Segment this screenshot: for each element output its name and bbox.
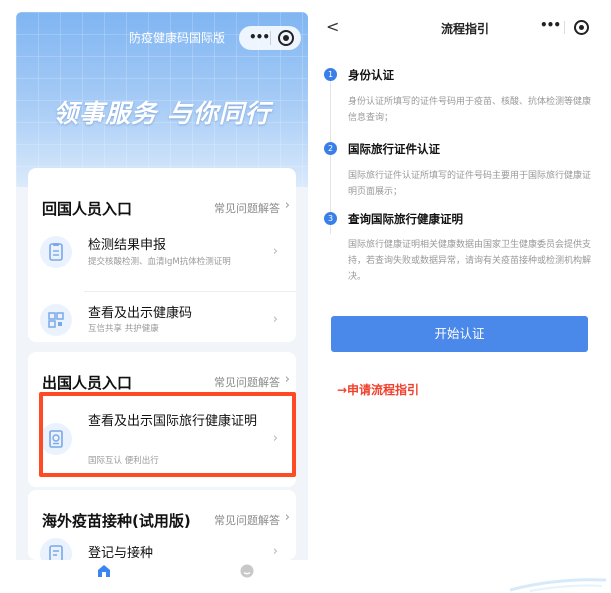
step-title: 国际旅行证件认证 xyxy=(348,142,440,156)
home-icon xyxy=(98,565,110,577)
qr-code-icon xyxy=(40,304,72,336)
more-menu-icon[interactable]: ••• xyxy=(540,18,561,32)
chevron-right-icon: › xyxy=(272,312,278,327)
tab-mine[interactable]: 我的 xyxy=(227,564,267,578)
chevron-right-icon: › xyxy=(284,198,290,213)
vaccine-entry-card: 海外疫苗接种(试用版) 常见问题解答 › 登记与接种 › xyxy=(28,490,296,570)
section-title: 海外疫苗接种(试用版) xyxy=(42,512,191,530)
chevron-right-icon: › xyxy=(272,244,278,259)
user-icon xyxy=(240,564,254,578)
home-screen: 防疫健康码国际版 ••• 领事服务 与你同行 回国人员入口 常见问题解答 › 检… xyxy=(16,12,308,578)
highlight-box xyxy=(39,392,296,477)
step-number-badge: 3 xyxy=(324,212,337,225)
screenshot-root: 防疫健康码国际版 ••• 领事服务 与你同行 回国人员入口 常见问题解答 › 检… xyxy=(0,0,611,593)
capsule-divider xyxy=(564,21,565,34)
close-target-icon[interactable] xyxy=(574,20,589,35)
step-number-badge: 1 xyxy=(324,68,337,81)
tab-bar: 首页 我的 xyxy=(16,560,308,578)
step-description: 国际旅行证件认证所填写的证件号码主要用于国际旅行健康证明页面展示； xyxy=(348,171,592,197)
step-title: 身份认证 xyxy=(348,68,394,82)
slogan: 领事服务 与你同行 xyxy=(53,99,271,128)
list-item-test-report[interactable]: 检测结果申报 提交核酸检测、血清IgM抗体检测证明 › xyxy=(40,236,286,284)
item-title: 检测结果申报 xyxy=(88,238,167,253)
faq-link[interactable]: 常见问题解答 xyxy=(214,200,280,216)
faq-link[interactable]: 常见问题解答 xyxy=(214,374,280,390)
chevron-right-icon: › xyxy=(284,372,290,387)
return-entry-card: 回国人员入口 常见问题解答 › 检测结果申报 提交核酸检测、血清IgM抗体检测证… xyxy=(28,168,296,342)
annotation-label: →申请流程指引 xyxy=(337,383,420,397)
more-menu-icon[interactable]: ••• xyxy=(249,30,270,44)
capsule-divider xyxy=(270,31,271,45)
step-description: 身份认证所填写的证件号码用于疫苗、核酸、抗体检测等健康信息查询； xyxy=(348,97,592,123)
item-divider xyxy=(84,291,296,292)
start-verification-button[interactable]: 开始认证 xyxy=(331,316,588,352)
hero-banner: 防疫健康码国际版 ••• 领事服务 与你同行 xyxy=(16,12,308,187)
list-item-health-code[interactable]: 查看及出示健康码 互信共享 共护健康 › xyxy=(40,304,286,340)
step-number-badge: 2 xyxy=(324,142,337,155)
section-title: 出国人员入口 xyxy=(42,374,133,392)
page-title: 流程指引 xyxy=(440,22,489,36)
item-title: 登记与接种 xyxy=(88,546,154,561)
decorative-swoosh xyxy=(510,578,606,592)
item-subtitle: 提交核酸检测、血清IgM抗体检测证明 xyxy=(88,257,231,267)
step-title: 查询国际旅行健康证明 xyxy=(348,212,463,226)
tab-home[interactable]: 首页 xyxy=(84,564,124,578)
chevron-right-icon: › xyxy=(284,510,290,525)
step-description: 国际旅行健康证明相关健康数据由国家卫生健康委员会提供支持，若查询失败或数据异常，… xyxy=(348,240,592,282)
process-guide-screen: < 流程指引 ••• 1 身份认证 身份认证所填写的证件号码用于疫苗、核酸、抗体… xyxy=(318,12,604,412)
item-subtitle: 互信共享 共护健康 xyxy=(88,324,159,334)
section-title: 回国人员入口 xyxy=(42,200,133,218)
close-target-icon[interactable] xyxy=(278,30,294,46)
chevron-right-icon: › xyxy=(272,544,278,559)
item-title: 查看及出示健康码 xyxy=(88,306,193,321)
faq-link[interactable]: 常见问题解答 xyxy=(214,512,280,528)
mini-program-capsule[interactable]: ••• xyxy=(239,26,301,50)
document-icon xyxy=(40,236,72,268)
